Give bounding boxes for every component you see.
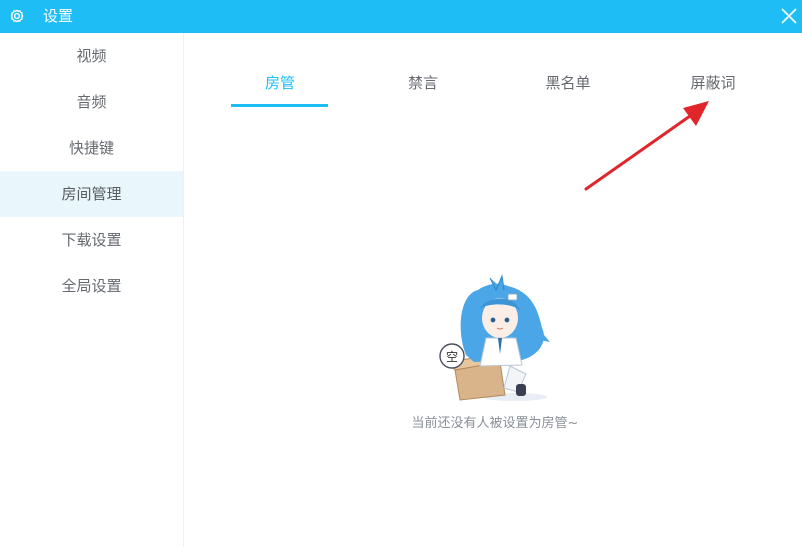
title-bar: 设置 (0, 0, 802, 33)
empty-state-illustration: 空 (439, 274, 550, 401)
sidebar-item-global-settings[interactable]: 全局设置 (0, 263, 183, 309)
sidebar: 视频 音频 快捷键 房间管理 下载设置 全局设置 (0, 33, 184, 547)
sidebar-item-download-settings[interactable]: 下载设置 (0, 217, 183, 263)
sidebar-item-room-management[interactable]: 房间管理 (0, 171, 183, 217)
bubble-text: 空 (446, 350, 458, 364)
window-title: 设置 (43, 7, 74, 25)
gear-icon (10, 9, 24, 23)
tab-muted[interactable]: 禁言 (373, 68, 473, 98)
tab-blocked-words[interactable]: 屏蔽词 (663, 68, 763, 98)
tab-room-admins[interactable]: 房管 (230, 68, 330, 98)
sidebar-item-shortcuts[interactable]: 快捷键 (0, 125, 183, 171)
sidebar-item-audio[interactable]: 音频 (0, 79, 183, 125)
active-tab-indicator (231, 104, 328, 107)
close-icon[interactable] (780, 7, 798, 25)
sidebar-item-video[interactable]: 视频 (0, 33, 183, 79)
empty-state-message: 当前还没有人被设置为房管~ (411, 416, 579, 431)
tab-blacklist[interactable]: 黑名单 (518, 68, 618, 98)
